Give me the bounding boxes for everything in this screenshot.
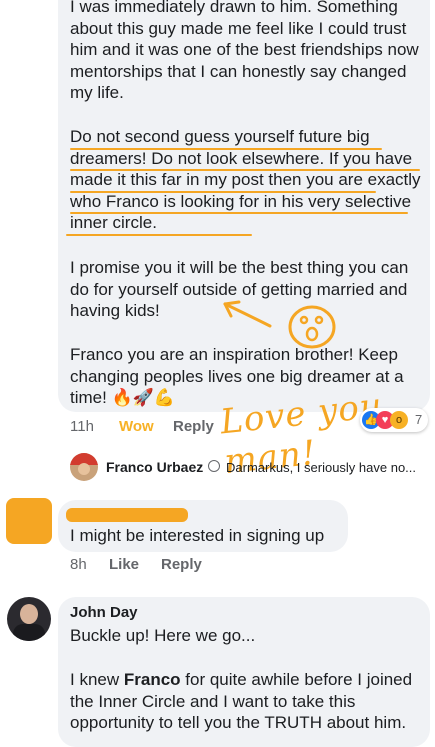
wow-reaction-button[interactable]: Wow bbox=[119, 418, 154, 435]
reply-author[interactable]: Franco Urbaez bbox=[106, 459, 203, 475]
comment2-time: 8h bbox=[70, 556, 87, 573]
like-button[interactable]: Like bbox=[109, 556, 139, 573]
reply-preview-text[interactable]: Darmarkus, I seriously have no... bbox=[226, 460, 426, 475]
annotation-underline bbox=[70, 191, 376, 193]
comment3-author[interactable]: John Day bbox=[70, 604, 138, 621]
franco-avatar[interactable] bbox=[70, 453, 98, 481]
reply-button[interactable]: Reply bbox=[161, 556, 202, 573]
annotation-underline bbox=[70, 169, 420, 171]
comment3-paragraph: I knew Franco for quite awhile before I … bbox=[70, 670, 413, 732]
annotation-surprised-face-icon bbox=[288, 305, 336, 349]
comment-paragraph-2: Do not second guess yourself future big … bbox=[70, 127, 421, 232]
john-day-avatar[interactable] bbox=[7, 597, 51, 641]
comment3-line1: Buckle up! Here we go... bbox=[70, 626, 256, 645]
annotation-underline bbox=[70, 148, 382, 150]
wow-reaction-icon: o bbox=[390, 411, 408, 429]
comment-time: 11h bbox=[70, 418, 94, 435]
annotation-underline bbox=[66, 234, 252, 236]
reaction-count: 7 bbox=[415, 412, 423, 427]
commenter-avatar-redacted[interactable] bbox=[6, 498, 52, 544]
commenter-name-redacted bbox=[66, 508, 188, 522]
verified-badge-icon bbox=[208, 460, 220, 472]
reply-button[interactable]: Reply bbox=[173, 418, 214, 435]
annotation-arrow-icon bbox=[223, 300, 272, 328]
annotation-underline bbox=[70, 212, 408, 214]
comment2-text: I might be interested in signing up bbox=[70, 526, 325, 545]
comment-paragraph-1: I was immediately drawn to him. Somethin… bbox=[70, 0, 419, 102]
reactions-summary[interactable]: 👍 ♥ o 7 bbox=[360, 408, 428, 432]
mention-franco[interactable]: Franco bbox=[124, 670, 181, 689]
